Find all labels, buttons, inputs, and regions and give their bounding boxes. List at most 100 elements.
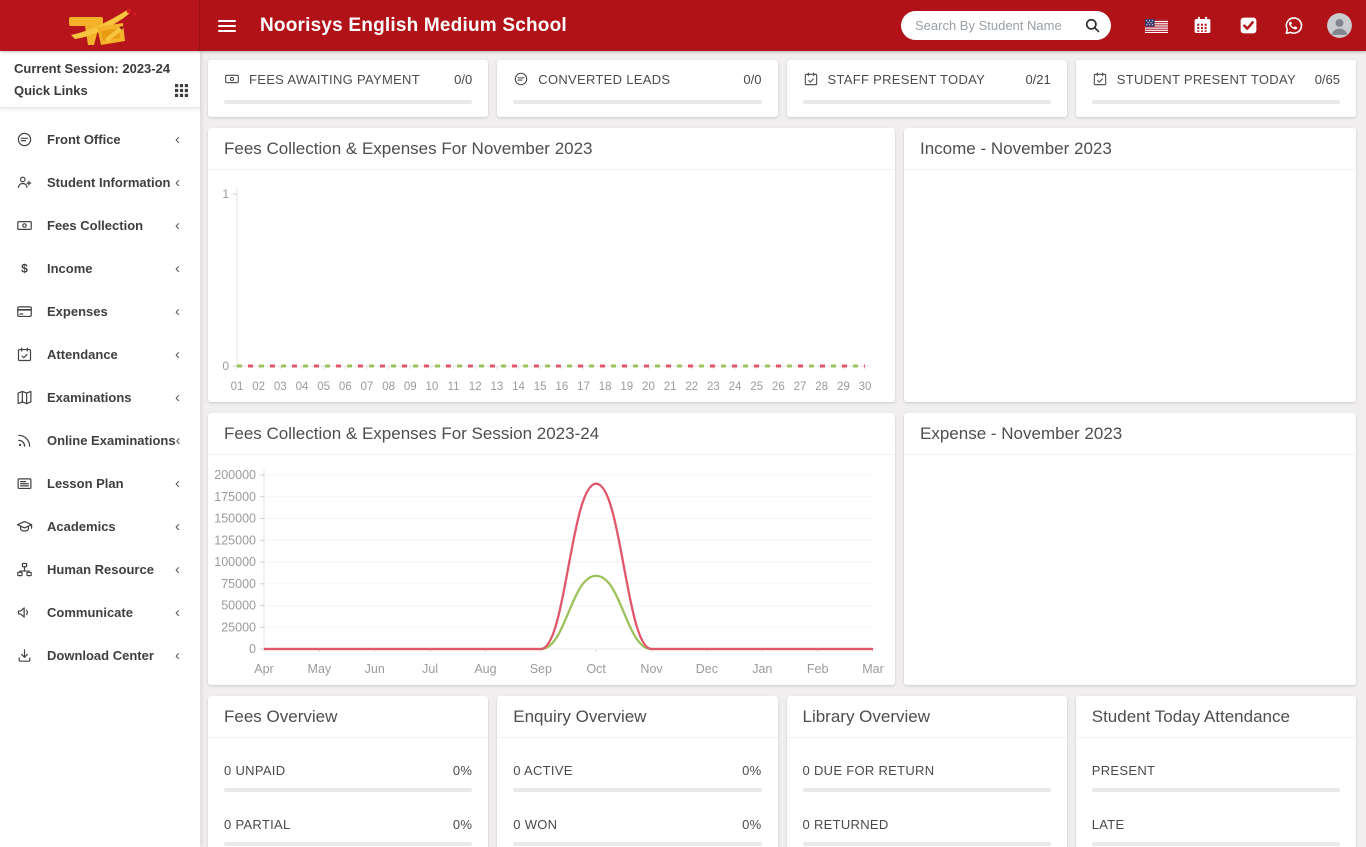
sidebar-item-front-office[interactable]: Front Office ‹ [0,118,200,161]
svg-text:$: $ [21,261,28,275]
fees-overview-card: Fees Overview 0 UNPAID 0% 0 PARTIAL 0% [208,696,489,847]
svg-text:Oct: Oct [586,662,606,676]
chevron-left-icon: ‹ [175,260,180,277]
sidebar-item-income[interactable]: $ Income ‹ [0,247,200,290]
svg-text:13: 13 [490,381,503,393]
sidebar-item-label: Attendance [47,347,118,362]
svg-text:27: 27 [794,381,807,393]
library-overview-card: Library Overview 0 DUE FOR RETURN 0 RETU… [786,696,1067,847]
sidebar-item-label: Communicate [47,605,133,620]
sidebar-item-fees-collection[interactable]: Fees Collection ‹ [0,204,200,247]
whatsapp-icon[interactable] [1281,13,1307,39]
communicate-icon [16,604,33,621]
task-check-icon[interactable] [1235,13,1261,39]
svg-text:19: 19 [620,381,633,393]
banknote-icon [224,71,240,87]
overview-label: 0 DUE FOR RETURN [802,763,935,778]
svg-text:25000: 25000 [221,620,256,634]
chevron-left-icon: ‹ [175,518,180,535]
svg-text:25: 25 [750,381,763,393]
sidebar-item-human-resource[interactable]: Human Resource ‹ [0,548,200,591]
charts-row-1: Fees Collection & Expenses For November … [208,128,1356,402]
income-chart-empty [904,170,1356,402]
online-examinations-icon [16,432,33,449]
student-attendance-card: Student Today Attendance PRESENT LATE [1075,696,1356,847]
progress-bar [1091,788,1340,792]
svg-text:02: 02 [252,381,265,393]
income-icon: $ [16,260,33,277]
student-information-icon [16,174,33,191]
menu-toggle-icon[interactable] [218,19,236,32]
progress-bar [1091,100,1340,104]
sidebar-item-online-examinations[interactable]: Online Examinations ‹ [0,419,200,462]
search-icon[interactable] [1084,17,1101,34]
svg-text:20: 20 [642,381,655,393]
progress-bar [224,788,473,792]
expense-november-card: Expense - November 2023 [904,413,1356,685]
academics-icon [16,518,33,535]
top-navbar: Noorisys English Medium School [0,0,1366,51]
language-flag-icon[interactable] [1143,13,1169,39]
sidebar-item-label: Income [47,261,93,276]
calendar-icon[interactable] [1189,13,1215,39]
progress-bar [513,842,762,846]
search-input[interactable] [915,18,1084,33]
quick-links[interactable]: Quick Links [14,83,188,98]
sidebar: Current Session: 2023-24 Quick Links Fro… [0,51,200,847]
headset-icon [513,71,529,87]
stat-label: STAFF PRESENT TODAY [827,71,986,87]
progress-bar [802,100,1051,104]
sidebar-item-student-information[interactable]: Student Information ‹ [0,161,200,204]
sidebar-item-academics[interactable]: Academics ‹ [0,505,200,548]
svg-text:0: 0 [249,642,256,656]
sidebar-item-download-center[interactable]: Download Center ‹ [0,634,200,677]
user-avatar[interactable] [1327,13,1352,38]
svg-text:11: 11 [448,381,460,393]
svg-text:30: 30 [859,381,872,393]
fees-expenses-november-card: Fees Collection & Expenses For November … [208,128,895,402]
svg-text:29: 29 [837,381,850,393]
stat-value: 0/0 [454,71,473,87]
chart-title: Fees Collection & Expenses For November … [208,128,895,170]
svg-text:Aug: Aug [474,662,496,676]
sidebar-item-label: Student Information [47,175,171,190]
chevron-left-icon: ‹ [175,131,180,148]
expenses-icon [16,303,33,320]
sidebar-item-label: Human Resource [47,562,154,577]
overview-row-item: 0 ACTIVE 0% [513,763,761,778]
progress-bar [224,842,473,846]
current-session-label: Current Session: 2023-24 [14,61,171,76]
overview-label: 0 ACTIVE [513,763,573,778]
fees-expenses-session-card: Fees Collection & Expenses For Session 2… [208,413,895,685]
svg-text:Sep: Sep [530,662,552,676]
calendar-check-icon [803,71,819,87]
svg-text:24: 24 [729,381,742,393]
student-search [901,11,1111,40]
svg-text:50000: 50000 [221,599,256,613]
download-center-icon [16,647,33,664]
stat-card-converted-leads[interactable]: CONVERTED LEADS 0/0 [497,60,778,117]
grid-icon[interactable] [175,84,188,97]
svg-text:1: 1 [222,187,229,201]
stat-card-student-present[interactable]: STUDENT PRESENT TODAY 0/65 [1075,60,1356,117]
svg-text:Feb: Feb [807,662,829,676]
svg-text:Dec: Dec [696,662,718,676]
sidebar-item-expenses[interactable]: Expenses ‹ [0,290,200,333]
sidebar-item-attendance[interactable]: Attendance ‹ [0,333,200,376]
school-logo[interactable] [0,0,200,51]
chevron-left-icon: ‹ [175,604,180,621]
overview-label: 0 PARTIAL [224,817,291,832]
sidebar-item-label: Expenses [47,304,108,319]
sidebar-item-lesson-plan[interactable]: Lesson Plan ‹ [0,462,200,505]
chevron-left-icon: ‹ [175,303,180,320]
stat-card-staff-present[interactable]: STAFF PRESENT TODAY 0/21 [786,60,1067,117]
svg-text:75000: 75000 [221,577,256,591]
panel-title: Income - November 2023 [904,128,1356,170]
stat-card-fees-awaiting[interactable]: FEES AWAITING PAYMENT 0/0 [208,60,489,117]
stat-value: 0/21 [1025,71,1051,87]
card-title: Library Overview [786,696,1067,738]
sidebar-item-communicate[interactable]: Communicate ‹ [0,591,200,634]
sidebar-item-examinations[interactable]: Examinations ‹ [0,376,200,419]
fees-collection-icon [16,217,33,234]
overview-row-item: 0 WON 0% [513,817,761,832]
